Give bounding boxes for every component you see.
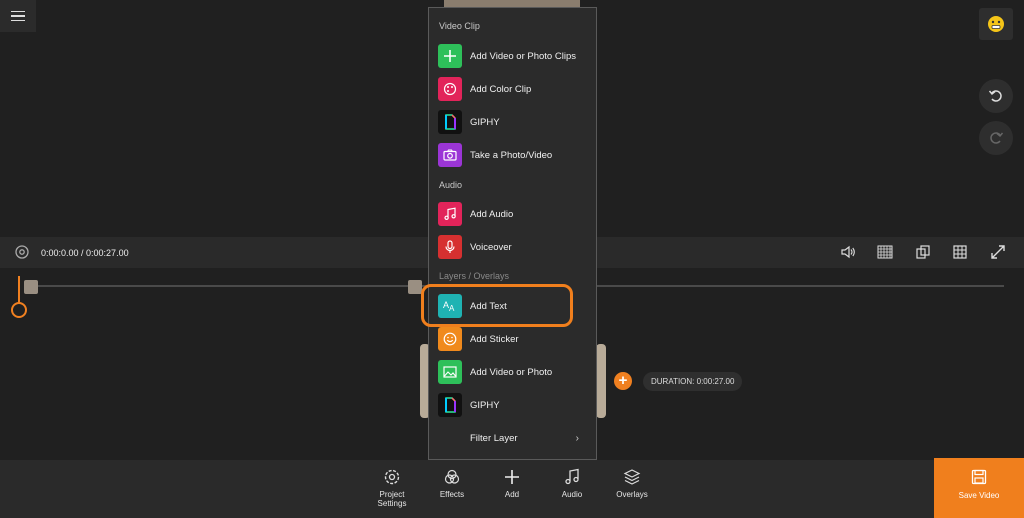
menu-item-label: Take a Photo/Video [470,149,553,161]
feedback-emoji-button[interactable] [979,8,1013,40]
section-layers-overlays: Layers / Overlays [439,271,510,281]
menu-item-add-sticker[interactable]: Add Sticker [438,327,590,351]
smiley-icon [438,327,462,351]
gear-icon [384,469,400,485]
microphone-icon [438,235,462,259]
checkerboard-icon[interactable] [877,244,893,260]
effects-label: Effects [439,490,465,499]
menu-item-label: Add Sticker [470,333,519,345]
undo-icon [988,90,1002,102]
menu-item-filter-layer[interactable]: Filter Layer › [438,426,590,450]
volume-icon[interactable] [840,244,856,260]
effects-button[interactable]: Effects [424,468,480,499]
duration-badge: DURATION: 0:00:27.00 [643,372,743,391]
fullscreen-icon[interactable] [990,244,1006,260]
blank-icon [438,426,462,450]
menu-item-label: GIPHY [470,116,500,128]
giphy-icon [438,393,462,417]
menu-item-label: Add Color Clip [470,83,532,95]
add-label: Add [504,490,520,499]
chevron-right-icon: › [575,432,579,444]
menu-item-add-video-photo[interactable]: Add Video or Photo [438,360,590,384]
menu-item-add-audio[interactable]: Add Audio [438,202,590,226]
overlays-button[interactable]: Overlays [604,468,660,499]
add-button[interactable]: Add [484,468,540,499]
section-audio: Audio [439,180,463,190]
plus-icon [438,44,462,68]
menu-item-label: Add Audio [470,208,514,220]
menu-item-label: Add Video or Photo [470,366,553,378]
project-settings-label: Project Settings [377,490,407,508]
time-readout: 0:00:0.00 / 0:00:27.00 [41,248,129,258]
audio-button[interactable]: Audio [544,468,600,499]
plus-icon [505,470,519,484]
menu-item-giphy-overlay[interactable]: GIPHY [438,393,590,417]
playhead[interactable] [18,276,20,304]
giphy-icon [438,110,462,134]
menu-item-label: Voiceover [470,241,512,253]
redo-button[interactable] [979,121,1013,155]
menu-item-label: Add Video or Photo Clips [470,50,576,62]
add-clip-button[interactable]: + [614,372,632,390]
aspect-ratio-icon[interactable] [915,244,931,260]
highlight-outline [421,284,573,327]
redo-icon [990,132,1004,144]
effects-icon [444,469,460,484]
menu-item-take-photo-video[interactable]: Take a Photo/Video [438,143,590,167]
save-video-label: Save Video [958,491,1000,500]
music-note-icon [565,468,579,485]
video-clip[interactable] [596,344,606,418]
menu-item-add-video-photo-clips[interactable]: Add Video or Photo Clips [438,44,590,68]
project-settings-button[interactable]: Project Settings [364,468,420,508]
add-menu: Video Clip Add Video or Photo Clips Add … [428,7,597,460]
camera-icon [438,143,462,167]
timeline-settings-icon[interactable] [14,244,30,265]
hamburger-menu-button[interactable] [0,0,36,32]
image-icon [438,360,462,384]
grid-icon[interactable] [952,244,968,260]
playhead-handle[interactable] [11,302,27,318]
layers-icon [623,469,641,485]
music-note-icon [438,202,462,226]
menu-item-label: Filter Layer [470,432,518,444]
section-video-clip: Video Clip [439,21,480,31]
undo-button[interactable] [979,79,1013,113]
menu-item-label: GIPHY [470,399,500,411]
overlays-label: Overlays [616,490,648,499]
menu-item-voiceover[interactable]: Voiceover [438,235,590,259]
menu-item-giphy[interactable]: GIPHY [438,110,590,134]
audio-label: Audio [561,490,583,499]
save-icon [971,469,987,485]
timeline-thumbnail [408,280,422,294]
palette-icon [438,77,462,101]
menu-item-add-color-clip[interactable]: Add Color Clip [438,77,590,101]
emoji-icon [988,16,1004,32]
save-video-button[interactable]: Save Video [934,458,1024,518]
timeline-thumbnail [24,280,38,294]
